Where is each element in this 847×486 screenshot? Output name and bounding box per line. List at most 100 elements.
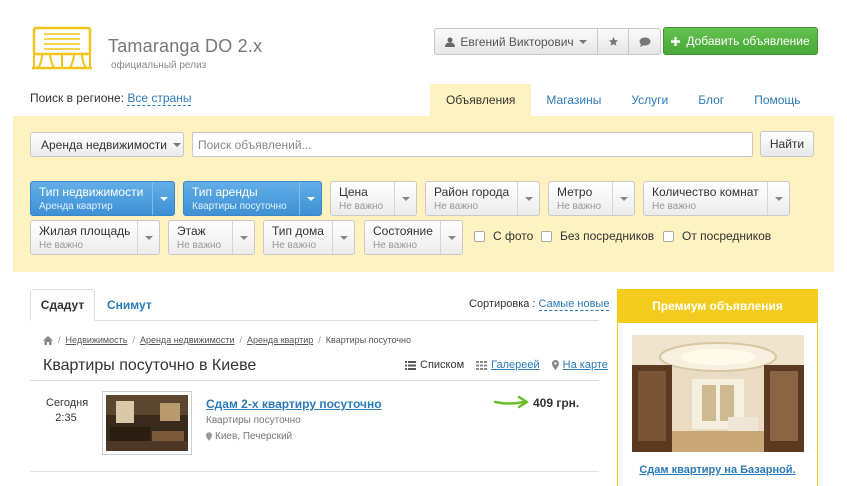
filter-rent-type[interactable]: Тип аренды Квартиры посуточно [183,181,322,216]
page-title: Квартиры посуточно в Киеве [43,357,257,374]
filter-dropdown[interactable] [137,221,159,254]
nav-blog[interactable]: Блог [683,84,739,116]
filter-district[interactable]: Район города Не важно [425,181,540,216]
filter-floor[interactable]: Этаж Не важно [168,220,255,255]
filter-property-type[interactable]: Тип недвижимости Аренда квартир [30,181,175,216]
title-divider [30,380,599,381]
category-label: Аренда недвижимости [41,137,167,152]
filter-metro[interactable]: Метро Не важно [548,181,635,216]
premium-header: Премиум объявления [617,289,818,323]
premium-photo[interactable] [632,335,804,452]
chevron-down-icon [524,196,533,201]
user-toolbar: Евгений Викторович [434,28,661,55]
filter-dropdown[interactable] [299,182,321,215]
list-view-icon [405,360,416,370]
messages-button[interactable] [629,28,661,55]
user-menu-button[interactable]: Евгений Викторович [434,28,598,55]
listing-type: Квартиры посуточно [206,415,301,426]
region-link[interactable]: Все страны [127,91,192,106]
breadcrumb-separator: / [58,335,61,345]
user-icon [445,37,456,47]
add-listing-button[interactable]: Добавить объявление [663,27,818,55]
listing-price: 409 грн. [533,396,580,410]
nav-listings[interactable]: Объявления [430,84,532,116]
filter-dropdown[interactable] [767,182,789,215]
filter-value: Не важно [39,240,84,251]
filter-dropdown[interactable] [440,221,462,254]
favorites-button[interactable] [598,28,629,55]
filter-condition[interactable]: Состояние Не важно [364,220,463,255]
add-listing-label: Добавить объявление [686,34,810,48]
filter-value: Не важно [373,240,418,251]
breadcrumb-link[interactable]: Аренда недвижимости [140,335,234,345]
breadcrumb: / Недвижимость / Аренда недвижимости / А… [43,335,411,345]
filter-living-area[interactable]: Жилая площадь Не важно [30,220,160,255]
chevron-down-icon [447,235,456,240]
breadcrumb-current: Квартиры посуточно [325,335,412,345]
search-button[interactable]: Найти [760,131,814,157]
filter-value: Аренда квартир [39,201,113,212]
filter-value: Не важно [339,201,384,212]
nav-help[interactable]: Помощь [739,84,815,116]
region-label: Поиск в регионе: [30,91,125,105]
checkbox-box[interactable] [541,230,552,242]
chevron-down-icon [172,142,181,147]
chevron-down-icon [144,235,153,240]
breadcrumb-link[interactable]: Аренда квартир [247,335,313,345]
checkbox-box[interactable] [474,230,485,242]
filter-value: Не важно [557,201,602,212]
arrow-right-icon [494,395,529,409]
checkbox-label: С фото [493,229,534,243]
chevron-down-icon [578,39,587,44]
filter-value: Не важно [434,201,479,212]
tab-rent-in[interactable]: Снимут [107,298,152,312]
listing-date: Сегодня 2:35 [46,396,88,426]
breadcrumb-separator: / [318,335,321,345]
filter-dropdown[interactable] [612,182,634,215]
nav-shops[interactable]: Магазины [531,84,616,116]
view-map-link[interactable]: На карте [563,359,608,371]
listing-thumbnail[interactable] [102,391,192,455]
listing-photo [106,395,188,451]
view-list-label[interactable]: Списком [420,359,464,371]
checkbox-from-agents[interactable]: От посредников [663,229,771,243]
filter-title: Состояние [373,224,433,238]
checkbox-box[interactable] [663,230,674,242]
filter-title: Район города [434,185,510,199]
filter-dropdown[interactable] [232,221,254,254]
filter-dropdown[interactable] [152,182,174,215]
view-gallery-link[interactable]: Галереей [491,359,540,371]
breadcrumb-link[interactable]: Недвижимость [66,335,128,345]
star-icon [608,36,618,46]
filter-value: Квартиры посуточно [192,201,287,212]
nav-services[interactable]: Услуги [616,84,683,116]
user-name: Евгений Викторович [460,34,574,49]
filter-title: Этаж [177,224,206,238]
listing-title-link[interactable]: Сдам 2-х квартиру посуточно [206,397,382,411]
sort-link[interactable]: Самые новые [538,298,610,311]
checkbox-no-agents[interactable]: Без посредников [541,229,654,243]
map-marker-icon [206,432,212,441]
sort-control: Сортировка : Самые новые [469,298,610,311]
filter-dropdown[interactable] [517,182,539,215]
category-select[interactable]: Аренда недвижимости [30,132,184,157]
logo-icon [32,26,92,70]
checkbox-with-photo[interactable]: С фото [474,229,533,243]
tab-rent-out[interactable]: Сдадут [30,289,95,321]
region-selector: Поиск в регионе: Все страны [30,91,192,106]
premium-listing-title[interactable]: Сдам квартиру на Базарной. [617,464,818,476]
filter-price[interactable]: Цена Не важно [330,181,417,216]
view-switcher: Списком Галереей На карте [405,359,608,371]
filter-title: Тип недвижимости [39,185,144,199]
filter-dropdown[interactable] [332,221,354,254]
filter-house-type[interactable]: Тип дома Не важно [263,220,355,255]
filter-rooms[interactable]: Количество комнат Не важно [643,181,790,216]
search-input[interactable] [192,132,753,157]
checkbox-label: От посредников [682,229,772,243]
chevron-down-icon [239,235,248,240]
filter-dropdown[interactable] [394,182,416,215]
chevron-down-icon [401,196,410,201]
home-icon[interactable] [43,335,53,345]
filter-title: Жилая площадь [39,224,131,238]
filter-title: Тип дома [272,224,324,238]
